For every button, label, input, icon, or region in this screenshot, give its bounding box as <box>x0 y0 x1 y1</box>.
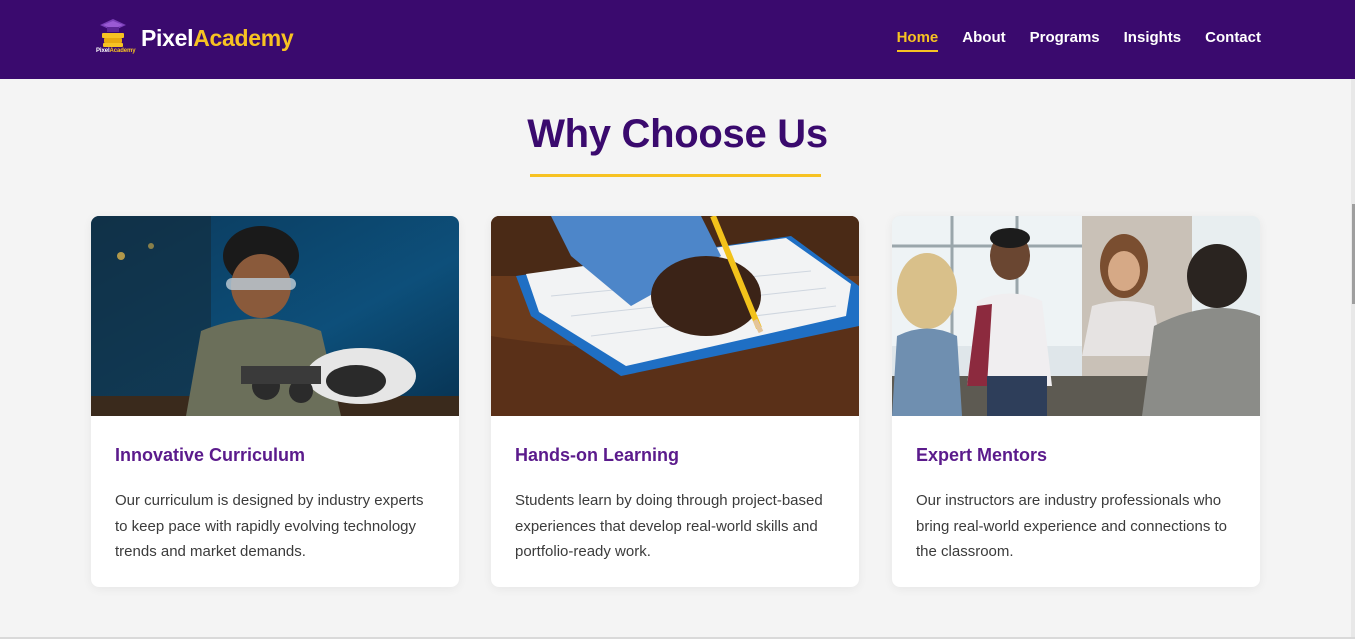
logo-mini-text: PixelAcademy <box>96 48 136 54</box>
card-text: Our instructors are industry professiona… <box>916 492 1228 560</box>
main-nav: Home About Programs Insights Contact <box>896 29 1261 52</box>
brand-name-part2: Academy <box>193 24 294 51</box>
brand-logo[interactable]: PixelAcademy PixelAcademy <box>96 18 294 58</box>
feature-card-mentors: Expert Mentors Our instructors are indus… <box>892 216 1260 587</box>
brand-name: PixelAcademy <box>141 24 294 52</box>
card-text: Students learn by doing through project-… <box>515 492 823 560</box>
hand-writing-notebook-photo <box>491 216 859 416</box>
card-title: Innovative Curriculum <box>115 445 306 465</box>
nav-programs[interactable]: Programs <box>1030 29 1100 52</box>
nav-home[interactable]: Home <box>896 29 938 52</box>
nav-insights[interactable]: Insights <box>1124 29 1182 52</box>
card-title: Expert Mentors <box>916 445 1048 465</box>
page-scrollbar[interactable] <box>1351 79 1355 639</box>
nav-contact[interactable]: Contact <box>1205 29 1261 52</box>
graduation-cap-books-icon: PixelAcademy <box>96 18 138 58</box>
nav-about[interactable]: About <box>962 29 1005 52</box>
card-title: Hands-on Learning <box>515 445 680 465</box>
group-discussion-photo <box>892 216 1260 416</box>
title-underline <box>530 174 821 177</box>
brand-name-part1: Pixel <box>141 24 194 51</box>
feature-card-hands-on: Hands-on Learning Students learn by doin… <box>491 216 859 587</box>
card-text: Our curriculum is designed by industry e… <box>115 492 424 560</box>
site-header: PixelAcademy PixelAcademy Home About Pro… <box>0 0 1355 79</box>
feature-card-curriculum: Innovative Curriculum Our curriculum is … <box>91 216 459 587</box>
section-title: Why Choose Us <box>527 112 828 156</box>
student-building-robot-photo <box>91 216 459 416</box>
